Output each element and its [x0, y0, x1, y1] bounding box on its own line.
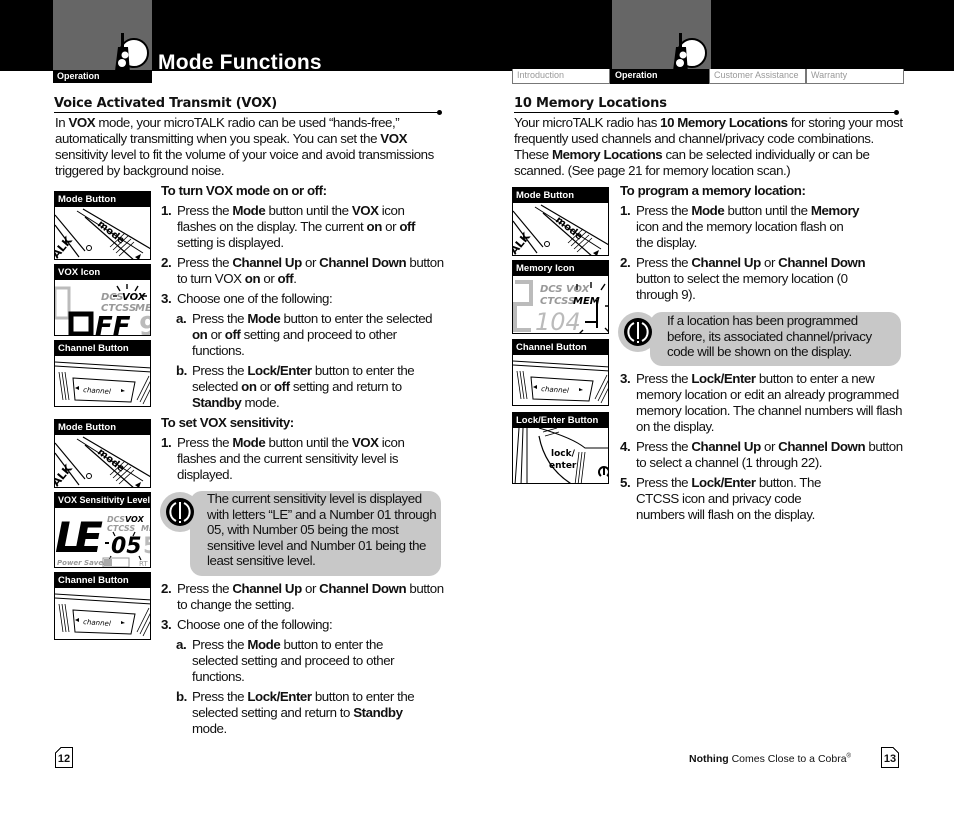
step: 4. Press the Channel Up or Channel Down b… [620, 439, 903, 470]
vox-onoff-instructions: To turn VOX mode on or off: 1. Press the … [161, 183, 446, 487]
nav-tab-introduction[interactable]: Introduction [512, 69, 610, 84]
step: 1. Press the Mode button until the Memory… [620, 203, 860, 250]
svg-text:Power Saver: Power Saver [57, 559, 107, 567]
svg-text:DCS VOX: DCS VOX [540, 284, 591, 295]
step: 3. Press the Lock/Enter button to enter a… [620, 371, 903, 434]
info-alert-icon [624, 318, 652, 346]
thumb-channel-button: Channel Button channel [54, 340, 151, 407]
memory-program-instructions-continued: 3. Press the Lock/Enter button to enter a… [620, 371, 905, 527]
subheading-program-memory: To program a memory location: [620, 183, 806, 198]
svg-text:DCS: DCS [101, 292, 124, 303]
thumb-vox-sensitivity: VOX Sensitivity Level LE DCS VOX CTCSS M… [54, 492, 151, 568]
note-text: The current sensitivity level is display… [207, 491, 437, 568]
vox-sensitivity-instructions: 2. Press the Channel Up or Channel Down b… [161, 581, 446, 741]
svg-text:VOX: VOX [122, 292, 147, 303]
heading-rule [514, 112, 898, 113]
svg-text:mode: mode [95, 219, 127, 247]
lock-enter-button-illustration: lock/ enter [514, 428, 608, 483]
vox-sensitivity-lcd-illustration: LE DCS VOX CTCSS ME 05 5 Power Saver RT [55, 513, 151, 568]
svg-text:MEM: MEM [573, 296, 600, 307]
step: 3. Choose one of the following: [161, 617, 333, 632]
memory-intro-paragraph: Your microTALK radio has 10 Memory Locat… [514, 115, 903, 178]
sub-step: a. Press the Mode button to enter the sel… [176, 637, 395, 684]
channel-button-illustration: channel [513, 360, 608, 404]
svg-text:CTCSS: CTCSS [107, 524, 135, 533]
vox-lcd-illustration: DCS VOX CTCSS MEM FF 9 [55, 284, 151, 336]
sub-step: b. Press the Lock/Enter button to enter t… [176, 689, 415, 736]
mode-button-illustration: mode ALK [55, 436, 150, 487]
tagline: Nothing Comes Close to a Cobra® [689, 753, 851, 765]
nav-tab-operation[interactable]: Operation [610, 69, 709, 84]
svg-text:LE: LE [55, 513, 103, 562]
thumb-mode-button: Mode Button mode ALK [54, 191, 151, 260]
step: 1. Press the Mode button until the VOX ic… [161, 203, 415, 250]
sub-step: b. Press the Lock/Enter button to enter t… [176, 363, 415, 410]
section-nav: Introduction Operation Customer Assistan… [512, 69, 904, 84]
nav-tab-customer-assistance[interactable]: Customer Assistance [709, 69, 806, 84]
nav-tab-warranty[interactable]: Warranty [806, 69, 904, 84]
svg-text:9: 9 [139, 312, 151, 336]
thumb-memory-icon: Memory Icon DCS VOX CTCSS MEM 104 [512, 260, 609, 334]
svg-text:VOX: VOX [125, 515, 145, 524]
svg-text:DCS: DCS [107, 515, 125, 524]
note-text: If a location has been programmed before… [667, 313, 872, 359]
info-alert-icon [166, 498, 194, 526]
subheading-vox-sensitivity: To set VOX sensitivity: [161, 415, 294, 430]
mode-button-illustration: mode ALK [513, 204, 608, 255]
svg-text:FF: FF [95, 312, 131, 336]
thumb-vox-icon: VOX Icon DCS VOX CTCSS MEM FF 9 [54, 264, 151, 336]
step: 2. Press the Channel Up or Channel Down b… [620, 255, 866, 302]
svg-text:05: 05 [111, 534, 142, 559]
thumb-mode-button-2: Mode Button mode ALK [54, 419, 151, 488]
thumb-channel-button-right: Channel Button channel [512, 339, 609, 406]
svg-text:channel: channel [83, 386, 111, 396]
svg-text:104: 104 [535, 308, 581, 334]
heading-rule [54, 112, 440, 113]
vox-intro-paragraph: In VOX mode, your microTALK radio can be… [55, 115, 434, 178]
channel-button-illustration: channel [55, 593, 150, 637]
step: 5. Press the Lock/Enter button. The CTCSS… [620, 475, 821, 522]
svg-text:channel: channel [83, 618, 111, 628]
mode-button-illustration: mode ALK [55, 208, 150, 259]
page-number-right: 13 [881, 747, 899, 768]
section-heading-vox: Voice Activated Transmit (VOX) [54, 96, 278, 111]
step: 1. Press the Mode button until the VOX ic… [161, 435, 405, 482]
step: 3. Choose one of the following: [161, 291, 333, 306]
memory-program-instructions: To program a memory location: 1. Press th… [620, 183, 905, 307]
page-number-left: 12 [55, 747, 73, 768]
channel-button-illustration: channel [55, 361, 150, 405]
svg-text:ME: ME [141, 524, 151, 533]
memory-lcd-illustration: DCS VOX CTCSS MEM 104 [513, 280, 608, 334]
svg-text:channel: channel [541, 385, 569, 395]
svg-text:5: 5 [143, 534, 151, 559]
subheading-vox-onoff: To turn VOX mode on or off: [161, 183, 327, 198]
thumb-lock-enter-button: Lock/Enter Button lock/ enter [512, 412, 609, 484]
thumb-channel-button-2: Channel Button channel [54, 572, 151, 640]
page-title: Mode Functions [158, 51, 322, 74]
svg-text:lock/: lock/ [551, 449, 576, 459]
svg-text:CTCSS: CTCSS [540, 296, 575, 307]
sub-step: a. Press the Mode button to enter the sel… [176, 311, 433, 358]
svg-text:RT: RT [139, 560, 148, 568]
thumb-mode-button-right: Mode Button mode ALK [512, 187, 609, 256]
step: 2. Press the Channel Up or Channel Down b… [161, 255, 444, 286]
svg-text:mode: mode [553, 215, 585, 243]
walkie-talkie-icon [114, 33, 149, 79]
svg-text:mode: mode [95, 447, 127, 475]
step: 2. Press the Channel Up or Channel Down b… [161, 581, 444, 612]
svg-text:enter: enter [549, 461, 577, 471]
section-heading-memory: 10 Memory Locations [514, 96, 667, 111]
